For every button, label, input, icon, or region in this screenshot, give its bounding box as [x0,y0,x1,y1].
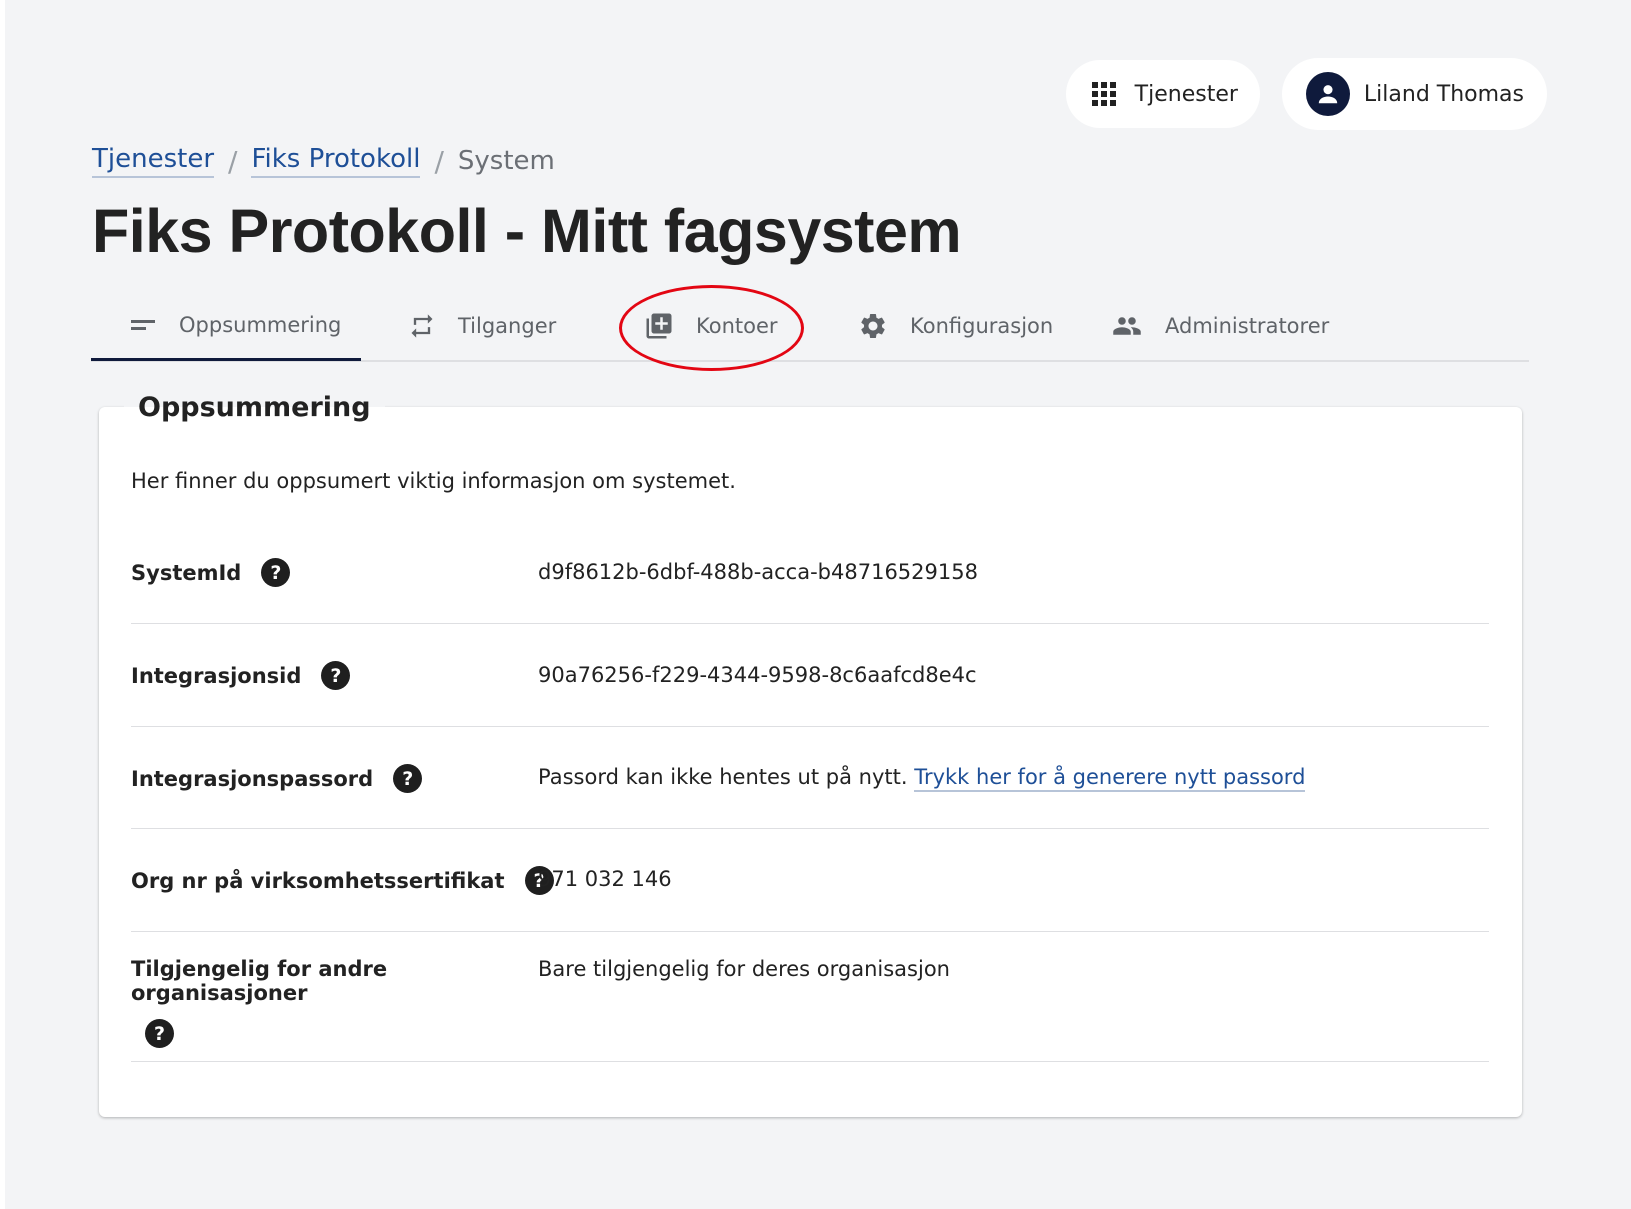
password-info-text: Passord kan ikke hentes ut på nytt. [538,765,908,789]
tab-tilganger[interactable]: Tilganger [408,292,556,360]
apps-grid-icon [1091,82,1116,106]
help-icon[interactable]: ? [261,558,291,587]
info-row-integrasjonsid: Integrasjonsid ? 90a76256-f229-4344-9598… [131,624,1489,727]
tab-konfigurasjon[interactable]: Konfigurasjon [858,292,1053,360]
row-value: Bare tilgjengelig for deres organisasjon [538,957,950,981]
services-button[interactable]: Tjenester [1065,60,1260,128]
info-row-systemid: SystemId ? d9f8612b-6dbf-488b-acca-b4871… [131,529,1489,624]
breadcrumb: Tjenester / Fiks Protokoll / System [92,144,555,178]
info-row-orgnr: Org nr på virksomhetssertifikat ? 971 03… [131,829,1489,932]
breadcrumb-link-fiks-protokoll[interactable]: Fiks Protokoll [251,144,421,178]
row-label-text: Integrasjonspassord [131,766,374,791]
library-add-icon [644,311,674,341]
row-value: d9f8612b-6dbf-488b-acca-b48716529158 [538,560,978,584]
info-row-tilgjengelighet: Tilgjengelig for andre organisasjoner ? … [131,932,1489,1062]
generate-password-link[interactable]: Trykk her for å generere nytt passord [914,765,1306,792]
summary-card: Her finner du oppsumert viktig informasj… [99,407,1522,1117]
row-value: 971 032 146 [538,867,672,891]
tab-label: Administratorer [1165,314,1330,338]
top-actions: Tjenester Liland Thomas [1065,58,1547,130]
gear-icon [858,311,888,341]
help-icon[interactable]: ? [321,661,351,690]
breadcrumb-current: System [457,146,555,176]
user-menu-button[interactable]: Liland Thomas [1281,58,1547,130]
row-label: Org nr på virksomhetssertifikat ? [131,866,554,895]
row-label: Integrasjonsid ? [131,661,351,690]
user-name: Liland Thomas [1363,81,1524,107]
summary-title: Oppsummering [124,392,385,423]
tab-kontoer[interactable]: Kontoer [644,292,778,360]
row-label: Tilgjengelig for andre organisasjoner ? [131,957,526,1048]
tab-label: Kontoer [696,314,778,338]
people-icon [1111,311,1143,341]
help-icon[interactable]: ? [145,1019,174,1048]
breadcrumb-separator: / [228,144,238,178]
row-label: Integrasjonspassord ? [131,764,423,793]
info-row-integrasjonspassord: Integrasjonspassord ? Passord kan ikke h… [131,727,1489,829]
row-label-text: Org nr på virksomhetssertifikat [131,868,505,893]
short-text-icon [131,318,157,332]
tab-label: Oppsummering [179,313,342,337]
row-label-text: Tilgjengelig for andre organisasjoner [131,957,388,1005]
breadcrumb-separator: / [434,144,444,178]
row-label-text: Integrasjonsid [131,663,302,688]
row-value: Passord kan ikke hentes ut på nytt. Tryk… [538,765,1306,792]
page-title: Fiks Protokoll - Mitt fagsystem [92,197,962,265]
tab-label: Konfigurasjon [910,314,1054,338]
tab-administratorer[interactable]: Administratorer [1111,292,1329,360]
tab-bar: Oppsummering Tilganger Kontoer Konfigura… [91,292,1529,362]
repeat-icon [408,312,436,340]
tab-oppsummering[interactable]: Oppsummering [91,292,361,361]
row-label: SystemId ? [131,558,291,587]
summary-intro: Her finner du oppsumert viktig informasj… [131,469,736,493]
user-avatar-icon [1305,72,1350,116]
services-button-label: Tjenester [1134,81,1238,107]
tab-label: Tilganger [458,314,557,338]
breadcrumb-link-tjenester[interactable]: Tjenester [92,144,215,178]
help-icon[interactable]: ? [393,764,423,793]
window-edge [0,0,5,1209]
row-value: 90a76256-f229-4344-9598-8c6aafcd8e4c [538,663,977,687]
row-label-text: SystemId [131,560,242,585]
